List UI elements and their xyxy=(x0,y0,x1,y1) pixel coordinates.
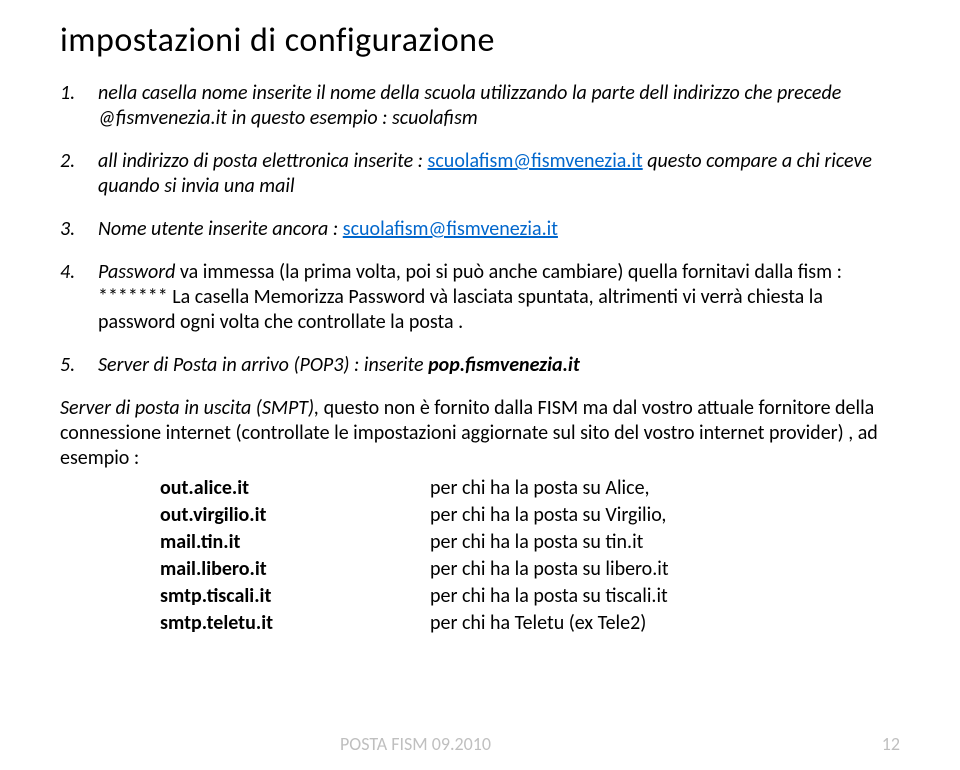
item-text: : inserite xyxy=(354,353,428,377)
server-host: smtp.tiscali.it xyxy=(160,583,430,610)
list-item: nella casella nome inserite il nome dell… xyxy=(60,81,900,131)
item-text: nella casella nome inserite il nome dell… xyxy=(98,81,841,130)
page-footer: POSTA FISM 09.2010 12 xyxy=(60,733,900,755)
list-item: all indirizzo di posta elettronica inser… xyxy=(60,149,900,199)
email-link[interactable]: scuolafism@fismvenezia.it xyxy=(428,149,643,173)
table-row: out.alice.it per chi ha la posta su Alic… xyxy=(160,475,900,502)
table-row: mail.libero.it per chi ha la posta su li… xyxy=(160,556,900,583)
list-item: Server di Posta in arrivo (POP3) : inser… xyxy=(60,353,900,378)
item-lead: Server di Posta in arrivo (POP3) xyxy=(98,353,354,377)
table-row: smtp.tiscali.it per chi ha la posta su t… xyxy=(160,583,900,610)
server-host: mail.libero.it xyxy=(160,556,430,583)
server-desc: per chi ha la posta su tin.it xyxy=(430,529,900,556)
list-item: Nome utente inserite ancora : scuolafism… xyxy=(60,217,900,242)
server-desc: per chi ha la posta su Virgilio, xyxy=(430,502,900,529)
table-row: smtp.teletu.it per chi ha Teletu (ex Tel… xyxy=(160,610,900,637)
server-host: out.virgilio.it xyxy=(160,502,430,529)
server-desc: per chi ha Teletu (ex Tele2) xyxy=(430,610,900,637)
server-table: out.alice.it per chi ha la posta su Alic… xyxy=(160,475,900,637)
table-row: out.virgilio.it per chi ha la posta su V… xyxy=(160,502,900,529)
list-item: Password va immessa (la prima volta, poi… xyxy=(60,260,900,335)
after-lead: Server di posta in uscita (SMPT), xyxy=(60,396,324,420)
email-link[interactable]: scuolafism@fismvenezia.it xyxy=(343,217,558,241)
server-desc: per chi ha la posta su libero.it xyxy=(430,556,900,583)
table-row: mail.tin.it per chi ha la posta su tin.i… xyxy=(160,529,900,556)
item-lead: Password xyxy=(98,260,175,284)
server-host: out.alice.it xyxy=(160,475,430,502)
instruction-list: nella casella nome inserite il nome dell… xyxy=(60,81,900,378)
after-list-paragraph: Server di posta in uscita (SMPT), questo… xyxy=(60,396,900,471)
item-text: Nome utente inserite ancora : xyxy=(98,217,343,241)
item-text: all indirizzo di posta elettronica inser… xyxy=(98,149,428,173)
server-host: smtp.teletu.it xyxy=(160,610,430,637)
server-host: mail.tin.it xyxy=(160,529,430,556)
page-number: 12 xyxy=(882,733,900,755)
page-title: impostazioni di configurazione xyxy=(60,20,900,61)
footer-left: POSTA FISM 09.2010 xyxy=(340,733,491,755)
server-name: pop.fismvenezia.it xyxy=(428,353,580,377)
server-desc: per chi ha la posta su tiscali.it xyxy=(430,583,900,610)
item-text: va immessa (la prima volta, poi si può a… xyxy=(98,260,842,334)
server-desc: per chi ha la posta su Alice, xyxy=(430,475,900,502)
